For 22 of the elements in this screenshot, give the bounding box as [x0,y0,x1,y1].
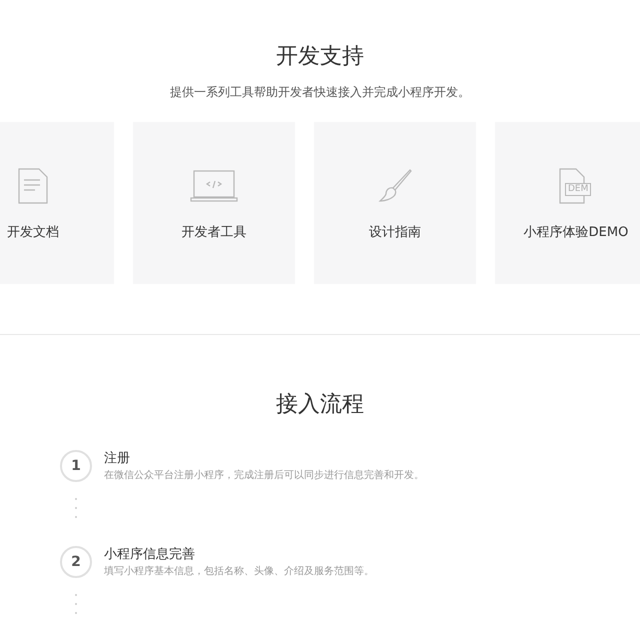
laptop-icon [190,170,238,202]
step-number: 1 [60,450,92,482]
dotted-connector [75,498,77,518]
dotted-connector [75,594,77,614]
step-description: 在微信公众平台注册小程序，完成注册后可以同步进行信息完善和开发。 [104,468,424,483]
resource-card[interactable]: 开发文档 [0,122,114,284]
card-label: 开发文档 [7,224,59,242]
document-icon [18,168,48,204]
resource-card[interactable]: DEM 小程序体验DEMO [495,122,640,284]
section-title: 开发支持 [276,43,364,71]
card-label: 设计指南 [369,224,421,242]
card-label: 开发者工具 [182,224,246,242]
card-label: 小程序体验DEMO [524,224,628,242]
resource-card[interactable]: 设计指南 [314,122,476,284]
step-description: 填写小程序基本信息，包括名称、头像、介绍及服务范围等。 [104,564,374,579]
step-number: 2 [60,546,92,578]
resource-card[interactable]: 开发者工具 [133,122,295,284]
paintbrush-icon [378,169,412,203]
section-subtitle: 提供一系列工具帮助开发者快速接入并完成小程序开发。 [170,84,470,101]
step-title: 注册 [104,450,131,468]
step-title: 小程序信息完善 [104,546,196,564]
section-title: 接入流程 [276,391,364,419]
